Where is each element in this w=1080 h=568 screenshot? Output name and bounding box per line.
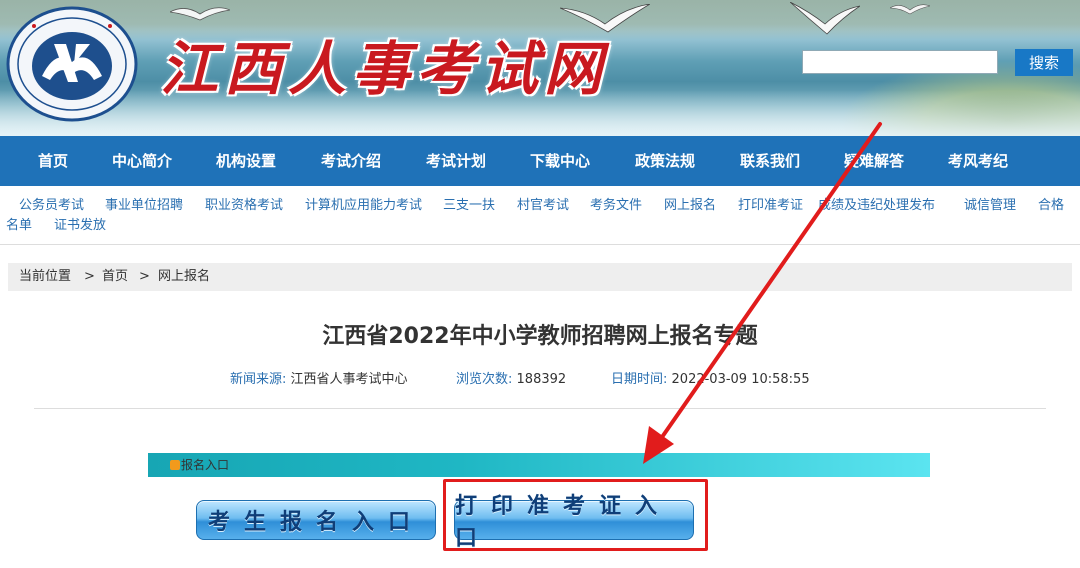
bird-icon <box>890 4 930 15</box>
subnav-link[interactable]: 公务员考试 <box>19 196 84 216</box>
logo-emblem-icon <box>6 6 138 122</box>
view-count-value: 188392 <box>516 372 567 387</box>
breadcrumb-label: 当前位置 <box>19 269 72 284</box>
nav-item-about[interactable]: 中心简介 <box>112 136 172 186</box>
subnav-link[interactable]: 诚信管理 <box>964 196 1016 216</box>
bullet-icon <box>170 460 180 470</box>
breadcrumb-separator: > <box>139 269 150 284</box>
nav-item-downloads[interactable]: 下载中心 <box>530 136 590 186</box>
nav-item-faq[interactable]: 疑难解答 <box>844 136 904 186</box>
registration-section-label: 报名入口 <box>181 458 230 472</box>
breadcrumb-current[interactable]: 网上报名 <box>158 263 210 291</box>
subnav-link[interactable]: 打印准考证 <box>738 196 803 216</box>
view-count-label: 浏览次数: <box>456 372 513 387</box>
divider <box>34 408 1046 409</box>
subnav-link[interactable]: 网上报名 <box>664 196 716 216</box>
search-button[interactable]: 搜索 <box>1015 49 1073 76</box>
subnav-link[interactable]: 考务文件 <box>590 196 642 216</box>
site-header: 江西人事考试网 搜索 <box>0 0 1080 136</box>
search-input[interactable] <box>802 50 998 74</box>
view-count: 浏览次数: 188392 <box>456 368 566 387</box>
page-title: 江西省2022年中小学教师招聘网上报名专题 <box>322 324 758 349</box>
subnav-link[interactable]: 合格 <box>1038 196 1064 216</box>
sub-nav: 公务员考试 事业单位招聘 职业资格考试 计算机应用能力考试 三支一扶 村官考试 … <box>0 186 1080 245</box>
subnav-link[interactable]: 事业单位招聘 <box>105 196 183 216</box>
breadcrumb-separator: > <box>84 269 95 284</box>
nav-item-exam-intro[interactable]: 考试介绍 <box>321 136 381 186</box>
publish-date: 日期时间: 2022-03-09 10:58:55 <box>611 368 810 387</box>
nav-item-organization[interactable]: 机构设置 <box>216 136 276 186</box>
register-entry-button[interactable]: 考生报名入口 <box>196 500 436 540</box>
nav-item-policies[interactable]: 政策法规 <box>635 136 695 186</box>
nav-item-exam-plan[interactable]: 考试计划 <box>426 136 486 186</box>
site-title: 江西人事考试网 <box>160 35 609 103</box>
publish-date-label: 日期时间: <box>611 372 668 387</box>
registration-section-bar: 报名入口 <box>148 453 930 477</box>
subnav-link[interactable]: 证书发放 <box>54 216 106 236</box>
breadcrumb: 当前位置 > 首页 > 网上报名 <box>8 263 1072 291</box>
publish-date-value: 2022-03-09 10:58:55 <box>671 372 810 387</box>
news-source-label: 新闻来源: <box>230 372 287 387</box>
nav-item-home[interactable]: 首页 <box>38 136 68 186</box>
news-source: 新闻来源: 江西省人事考试中心 <box>230 368 408 387</box>
breadcrumb-home[interactable]: 首页 <box>102 263 128 291</box>
bird-icon <box>790 2 860 35</box>
subnav-link[interactable]: 村官考试 <box>517 196 569 216</box>
main-nav: 首页 中心简介 机构设置 考试介绍 考试计划 下载中心 政策法规 联系我们 疑难… <box>0 136 1080 186</box>
subnav-link[interactable]: 成绩及违纪处理发布 <box>818 196 935 216</box>
nav-item-contact[interactable]: 联系我们 <box>740 136 800 186</box>
subnav-link[interactable]: 职业资格考试 <box>205 196 283 216</box>
subnav-link[interactable]: 三支一扶 <box>443 196 495 216</box>
subnav-link[interactable]: 名单 <box>6 216 32 236</box>
nav-item-discipline[interactable]: 考风考纪 <box>948 136 1008 186</box>
news-source-value: 江西省人事考试中心 <box>290 372 408 387</box>
subnav-link[interactable]: 计算机应用能力考试 <box>305 196 422 216</box>
highlight-annotation-box <box>443 479 708 551</box>
